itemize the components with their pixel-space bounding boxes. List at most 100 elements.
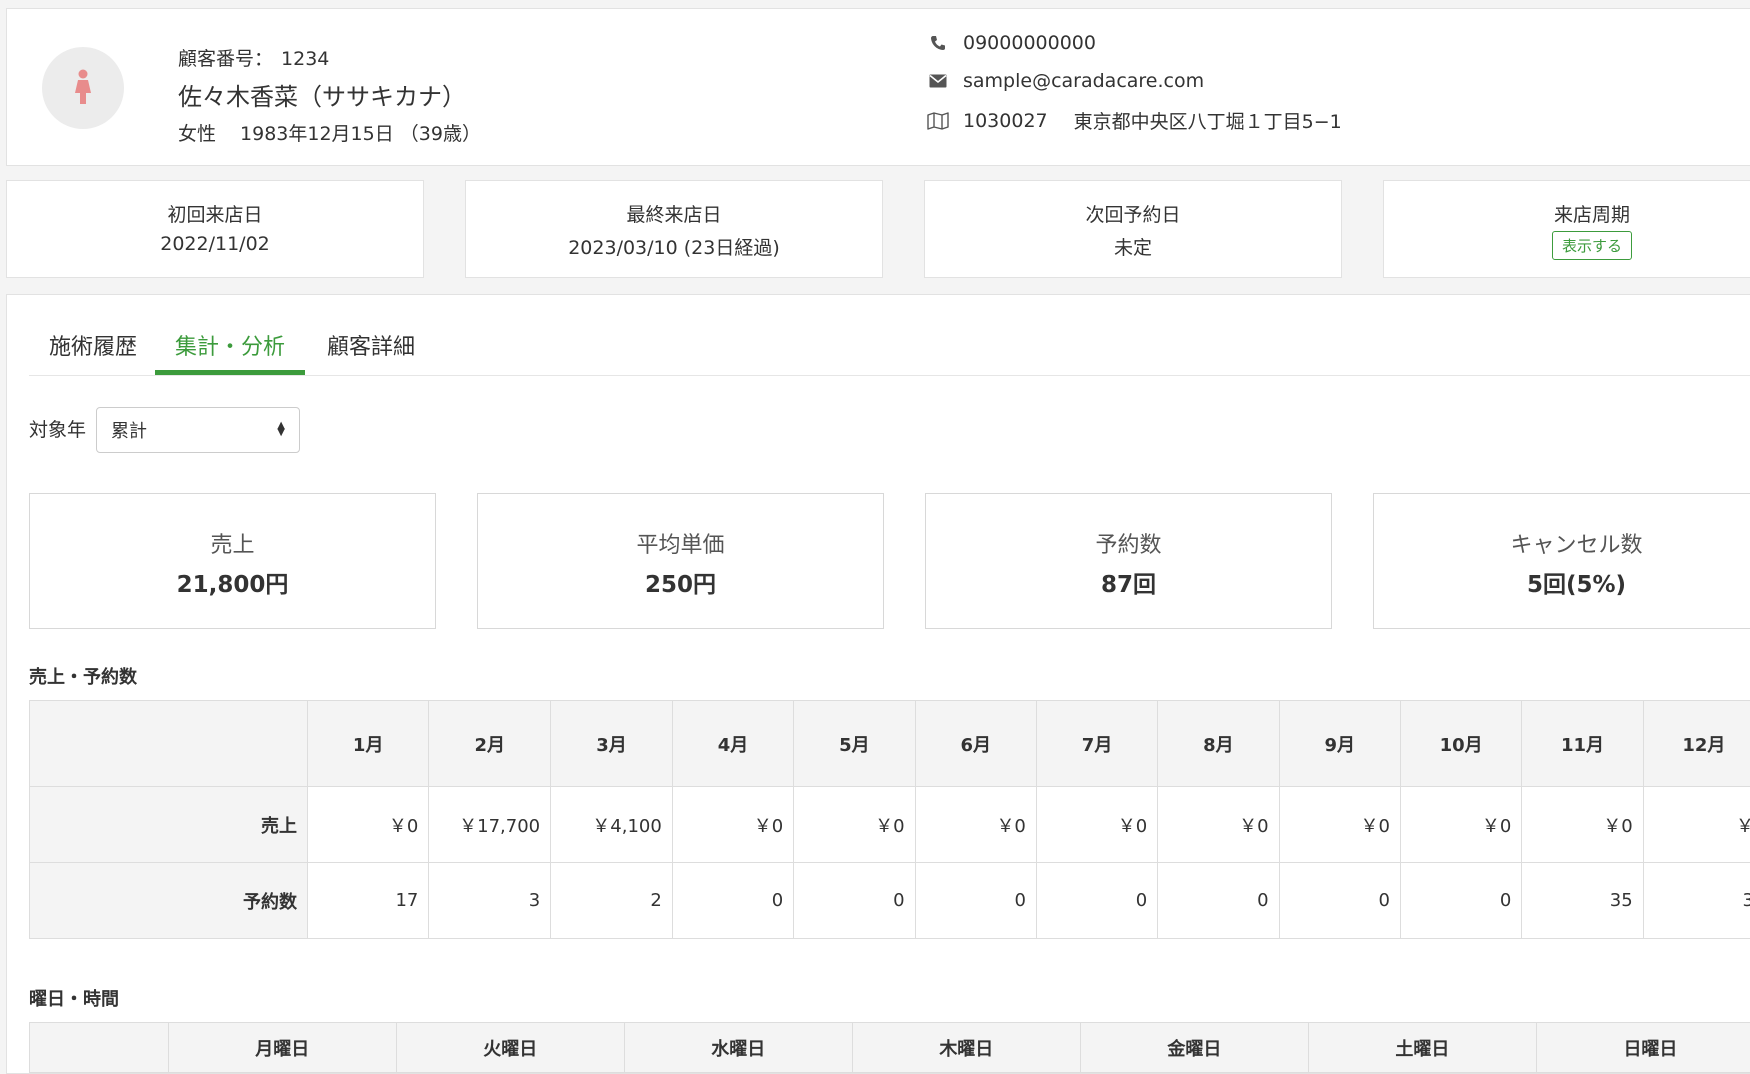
kpi-reservations: 予約数 87回 <box>925 493 1332 629</box>
table-cell: 0 <box>915 863 1036 939</box>
weekday-header: 木曜日 <box>852 1023 1080 1073</box>
month-header: 9月 <box>1279 701 1400 787</box>
table-cell: ￥0 <box>1036 787 1157 863</box>
kpi-value: 21,800円 <box>30 565 435 599</box>
table-cell: 0 <box>1400 863 1521 939</box>
kpi-cancellations: キャンセル数 5回(5%) <box>1373 493 1750 629</box>
monthly-section-title: 売上・予約数 <box>29 663 137 689</box>
customer-birthdate: 1983年12月15日 （39歳） <box>240 123 481 145</box>
table-cell: 2 <box>551 863 673 939</box>
target-year-select[interactable]: 累計 ▲▼ <box>96 407 300 453</box>
kpi-value: 5回(5%) <box>1374 565 1750 599</box>
weekday-table: 月曜日 火曜日 水曜日 木曜日 金曜日 土曜日 日曜日 <box>29 1022 1750 1073</box>
tab-customer-details[interactable]: 顧客詳細 <box>307 329 435 375</box>
phone-number: 09000000000 <box>963 32 1096 54</box>
kpi-value: 87回 <box>926 565 1331 599</box>
stat-first-visit: 初回来店日 2022/11/02 <box>6 180 424 278</box>
address: 東京都中央区八丁堀１丁目5−1 <box>1074 107 1342 134</box>
kpi-label: 予約数 <box>926 527 1331 559</box>
table-cell: ￥ <box>1643 787 1750 863</box>
stat-value: 未定 <box>925 233 1341 260</box>
analysis-panel: 施術履歴 集計・分析 顧客詳細 対象年 累計 ▲▼ 売上 21,800円 平均単… <box>6 294 1750 1074</box>
corner-cell <box>30 1023 169 1073</box>
stat-label: 初回来店日 <box>7 200 423 227</box>
weekday-header: 火曜日 <box>396 1023 624 1073</box>
map-icon <box>927 112 949 130</box>
stat-next-reservation: 次回予約日 未定 <box>924 180 1342 278</box>
envelope-icon <box>927 74 949 88</box>
table-cell: 0 <box>794 863 915 939</box>
month-header: 10月 <box>1400 701 1521 787</box>
target-year-value: 累計 <box>111 417 147 443</box>
contact-phone: 09000000000 <box>927 32 1096 54</box>
month-header: 3月 <box>551 701 673 787</box>
customer-meta: 女性 1983年12月15日 （39歳） <box>178 119 481 146</box>
month-header: 4月 <box>672 701 793 787</box>
corner-cell <box>30 701 308 787</box>
postal-code: 1030027 <box>963 110 1048 132</box>
row-label-sales: 売上 <box>30 787 308 863</box>
table-cell: 0 <box>672 863 793 939</box>
table-cell: 3 <box>1643 863 1750 939</box>
customer-number: 顧客番号： 1234 <box>178 44 329 71</box>
email-address: sample@caradacare.com <box>963 70 1204 92</box>
kpi-average-price: 平均単価 250円 <box>477 493 884 629</box>
table-row: 売上 ￥0 ￥17,700 ￥4,100 ￥0 ￥0 ￥0 ￥0 ￥0 ￥0 ￥… <box>30 787 1750 863</box>
stat-visit-cycle: 来店周期 表示する <box>1383 180 1750 278</box>
table-cell: ￥0 <box>672 787 793 863</box>
table-cell: 3 <box>429 863 551 939</box>
show-visit-cycle-button[interactable]: 表示する <box>1552 231 1632 260</box>
table-cell: ￥0 <box>1400 787 1521 863</box>
table-cell: 35 <box>1522 863 1643 939</box>
kpi-label: 売上 <box>30 527 435 559</box>
tab-bar: 施術履歴 集計・分析 顧客詳細 <box>29 295 1750 376</box>
table-header-row: 1月 2月 3月 4月 5月 6月 7月 8月 9月 10月 11月 12月 <box>30 701 1750 787</box>
row-label-reservations: 予約数 <box>30 863 308 939</box>
kpi-sales: 売上 21,800円 <box>29 493 436 629</box>
table-cell: ￥0 <box>915 787 1036 863</box>
weekday-header: 月曜日 <box>168 1023 396 1073</box>
table-cell: 0 <box>1158 863 1279 939</box>
weekday-header: 水曜日 <box>624 1023 852 1073</box>
table-cell: ￥0 <box>1279 787 1400 863</box>
month-header: 5月 <box>794 701 915 787</box>
table-header-row: 月曜日 火曜日 水曜日 木曜日 金曜日 土曜日 日曜日 <box>30 1023 1750 1073</box>
customer-profile-card: 顧客番号： 1234 佐々木香菜（ササキカナ） 女性 1983年12月15日 （39… <box>6 8 1750 166</box>
month-header: 8月 <box>1158 701 1279 787</box>
kpi-label: キャンセル数 <box>1374 527 1750 559</box>
stat-label: 来店周期 <box>1384 200 1750 227</box>
sort-arrows-icon: ▲▼ <box>277 422 285 436</box>
month-header: 11月 <box>1522 701 1643 787</box>
weekday-header: 金曜日 <box>1080 1023 1308 1073</box>
table-cell: 0 <box>1279 863 1400 939</box>
stat-label: 最終来店日 <box>466 200 882 227</box>
tab-analytics[interactable]: 集計・分析 <box>155 329 305 375</box>
stat-label: 次回予約日 <box>925 200 1341 227</box>
female-person-icon <box>69 69 97 107</box>
table-cell: ￥0 <box>308 787 429 863</box>
customer-number-label: 顧客番号： <box>178 48 273 70</box>
customer-gender: 女性 <box>178 123 216 145</box>
customer-number-value: 1234 <box>281 48 329 70</box>
monthly-table: 1月 2月 3月 4月 5月 6月 7月 8月 9月 10月 11月 12月 売… <box>29 700 1750 939</box>
table-row: 予約数 17 3 2 0 0 0 0 0 0 0 35 3 <box>30 863 1750 939</box>
customer-name: 佐々木香菜（ササキカナ） <box>178 77 466 112</box>
table-cell: 0 <box>1036 863 1157 939</box>
contact-email: sample@caradacare.com <box>927 70 1204 92</box>
phone-icon <box>927 35 949 51</box>
stat-last-visit: 最終来店日 2023/03/10 (23日経過) <box>465 180 883 278</box>
avatar <box>42 47 124 129</box>
month-header: 12月 <box>1643 701 1750 787</box>
kpi-label: 平均単価 <box>478 527 883 559</box>
table-cell: ￥0 <box>1522 787 1643 863</box>
stat-value: 2023/03/10 (23日経過) <box>466 233 882 260</box>
weekday-header: 日曜日 <box>1536 1023 1750 1073</box>
weekday-header: 土曜日 <box>1308 1023 1536 1073</box>
table-cell: 17 <box>308 863 429 939</box>
month-header: 2月 <box>429 701 551 787</box>
weekly-section-title: 曜日・時間 <box>29 985 119 1011</box>
stat-value: 2022/11/02 <box>7 233 423 255</box>
table-cell: ￥17,700 <box>429 787 551 863</box>
tab-treatment-history[interactable]: 施術履歴 <box>29 329 157 375</box>
table-cell: ￥0 <box>1158 787 1279 863</box>
